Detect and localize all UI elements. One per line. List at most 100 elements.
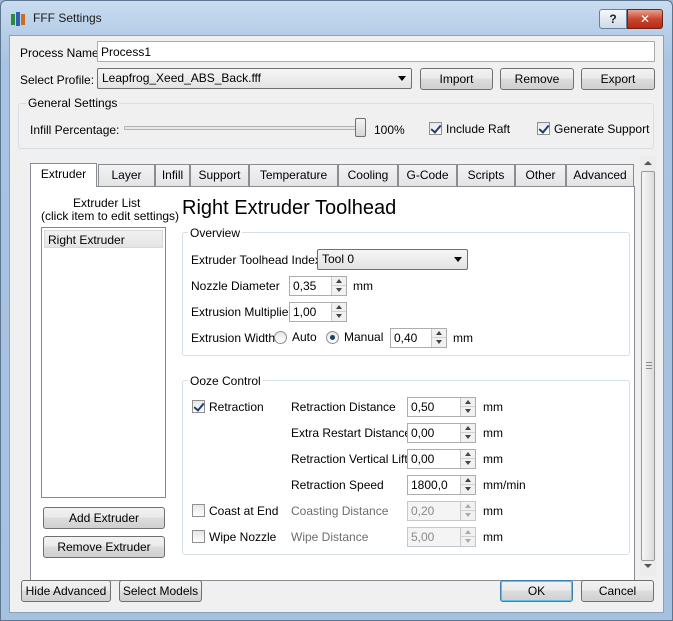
spin-down-icon[interactable] xyxy=(332,286,346,295)
spin-up-icon[interactable] xyxy=(461,476,475,485)
extrusion-width-input[interactable] xyxy=(391,329,431,347)
remove-extruder-button[interactable]: Remove Extruder xyxy=(43,536,165,558)
extrusion-multiplier-spinbox[interactable] xyxy=(289,302,347,322)
import-button[interactable]: Import xyxy=(420,68,493,90)
retraction-vertical-lift-spinbox[interactable] xyxy=(407,449,476,469)
tab-cooling[interactable]: Cooling xyxy=(338,164,398,186)
spin-up-icon xyxy=(461,502,475,511)
spin-down-icon xyxy=(461,537,475,546)
toolhead-index-label: Extruder Toolhead Index xyxy=(191,253,321,267)
extruder-list-title: Extruder List xyxy=(73,196,141,210)
spin-up-icon[interactable] xyxy=(432,329,446,338)
spin-buttons xyxy=(460,476,475,494)
include-raft-checkbox[interactable] xyxy=(429,122,442,135)
wipe-nozzle-checkbox[interactable] xyxy=(192,530,205,543)
spin-up-icon xyxy=(461,528,475,537)
scroll-up-icon[interactable] xyxy=(644,161,652,165)
spin-buttons xyxy=(431,329,446,347)
spin-up-icon[interactable] xyxy=(461,424,475,433)
nozzle-diameter-input[interactable] xyxy=(290,277,331,295)
tab-infill[interactable]: Infill xyxy=(155,164,190,186)
tab-layer[interactable]: Layer xyxy=(98,164,155,186)
title-bar[interactable]: FFF Settings ? ✕ xyxy=(1,1,672,35)
scrollbar-thumb[interactable] xyxy=(641,171,655,561)
infill-percentage-value: 100% xyxy=(374,123,405,137)
extra-restart-distance-input[interactable] xyxy=(408,424,460,442)
retraction-distance-unit: mm xyxy=(483,400,503,414)
coasting-distance-unit: mm xyxy=(483,504,503,518)
select-models-button[interactable]: Select Models xyxy=(119,580,202,602)
retraction-speed-unit: mm/min xyxy=(483,478,526,492)
spin-buttons xyxy=(331,303,346,321)
spin-up-icon[interactable] xyxy=(461,450,475,459)
generate-support-checkbox[interactable] xyxy=(537,122,550,135)
tab-other[interactable]: Other xyxy=(515,164,566,186)
retraction-speed-spinbox[interactable] xyxy=(407,475,476,495)
extrusion-width-spinbox[interactable] xyxy=(390,328,447,348)
spin-up-icon[interactable] xyxy=(332,277,346,286)
close-button[interactable]: ✕ xyxy=(627,9,663,29)
infill-slider-track[interactable] xyxy=(124,126,366,130)
include-raft-label: Include Raft xyxy=(446,122,511,136)
general-settings-title: General Settings xyxy=(26,96,120,110)
spin-down-icon[interactable] xyxy=(461,433,475,442)
tab-extruder[interactable]: Extruder xyxy=(30,163,97,187)
add-extruder-button[interactable]: Add Extruder xyxy=(43,507,165,529)
extra-restart-distance-unit: mm xyxy=(483,426,503,440)
toolhead-index-value: Tool 0 xyxy=(322,252,355,266)
tab-advanced[interactable]: Advanced xyxy=(566,164,634,186)
remove-button[interactable]: Remove xyxy=(500,68,574,90)
tab-temperature[interactable]: Temperature xyxy=(249,164,338,186)
cancel-button[interactable]: Cancel xyxy=(581,580,654,602)
ok-button[interactable]: OK xyxy=(500,580,573,602)
retraction-speed-label: Retraction Speed xyxy=(291,478,384,492)
select-profile-label: Select Profile: xyxy=(20,73,95,87)
retraction-distance-label: Retraction Distance xyxy=(291,400,396,414)
spin-up-icon[interactable] xyxy=(461,398,475,407)
coasting-distance-spinbox xyxy=(407,501,476,521)
extruder-list[interactable]: Right Extruder xyxy=(41,227,166,498)
retraction-distance-spinbox[interactable] xyxy=(407,397,476,417)
nozzle-diameter-spinbox[interactable] xyxy=(289,276,347,296)
tab-support[interactable]: Support xyxy=(190,164,249,186)
retraction-distance-input[interactable] xyxy=(408,398,460,416)
export-button[interactable]: Export xyxy=(581,68,655,90)
toolhead-heading: Right Extruder Toolhead xyxy=(182,197,397,219)
nozzle-diameter-unit: mm xyxy=(353,279,373,293)
hide-advanced-button[interactable]: Hide Advanced xyxy=(21,580,111,602)
grip-line xyxy=(646,365,652,366)
infill-slider-handle[interactable] xyxy=(355,118,366,137)
coasting-distance-label: Coasting Distance xyxy=(291,504,389,518)
help-button[interactable]: ? xyxy=(599,9,627,29)
coast-at-end-checkbox[interactable] xyxy=(192,504,205,517)
spin-down-icon[interactable] xyxy=(332,312,346,321)
chevron-down-icon xyxy=(454,257,462,262)
tab-g-code[interactable]: G-Code xyxy=(398,164,457,186)
retraction-speed-input[interactable] xyxy=(408,476,460,494)
extrusion-width-unit: mm xyxy=(453,331,473,345)
spin-down-icon[interactable] xyxy=(461,485,475,494)
list-item[interactable]: Right Extruder xyxy=(44,230,163,248)
spin-buttons xyxy=(331,277,346,295)
spin-buttons xyxy=(460,424,475,442)
profile-select[interactable]: Leapfrog_Xeed_ABS_Back.fff xyxy=(97,68,412,89)
spin-down-icon[interactable] xyxy=(461,407,475,416)
process-name-input[interactable] xyxy=(97,41,655,62)
tab-scripts[interactable]: Scripts xyxy=(457,164,515,186)
retraction-vertical-lift-input[interactable] xyxy=(408,450,460,468)
toolhead-index-select[interactable]: Tool 0 xyxy=(317,249,468,270)
spin-down-icon[interactable] xyxy=(461,459,475,468)
overview-title: Overview xyxy=(188,226,243,240)
extrusion-width-manual-radio[interactable] xyxy=(326,331,339,344)
settings-scrollbar[interactable] xyxy=(640,156,656,576)
spin-up-icon[interactable] xyxy=(332,303,346,312)
spin-down-icon[interactable] xyxy=(432,338,446,347)
process-name-label: Process Name: xyxy=(20,46,103,60)
wipe-distance-spinbox xyxy=(407,527,476,547)
retraction-vertical-lift-label: Retraction Vertical Lift xyxy=(291,452,408,466)
retraction-checkbox[interactable] xyxy=(192,400,205,413)
extrusion-multiplier-input[interactable] xyxy=(290,303,331,321)
extra-restart-distance-spinbox[interactable] xyxy=(407,423,476,443)
scroll-down-icon[interactable] xyxy=(644,564,652,568)
extrusion-width-auto-radio[interactable] xyxy=(274,331,287,344)
